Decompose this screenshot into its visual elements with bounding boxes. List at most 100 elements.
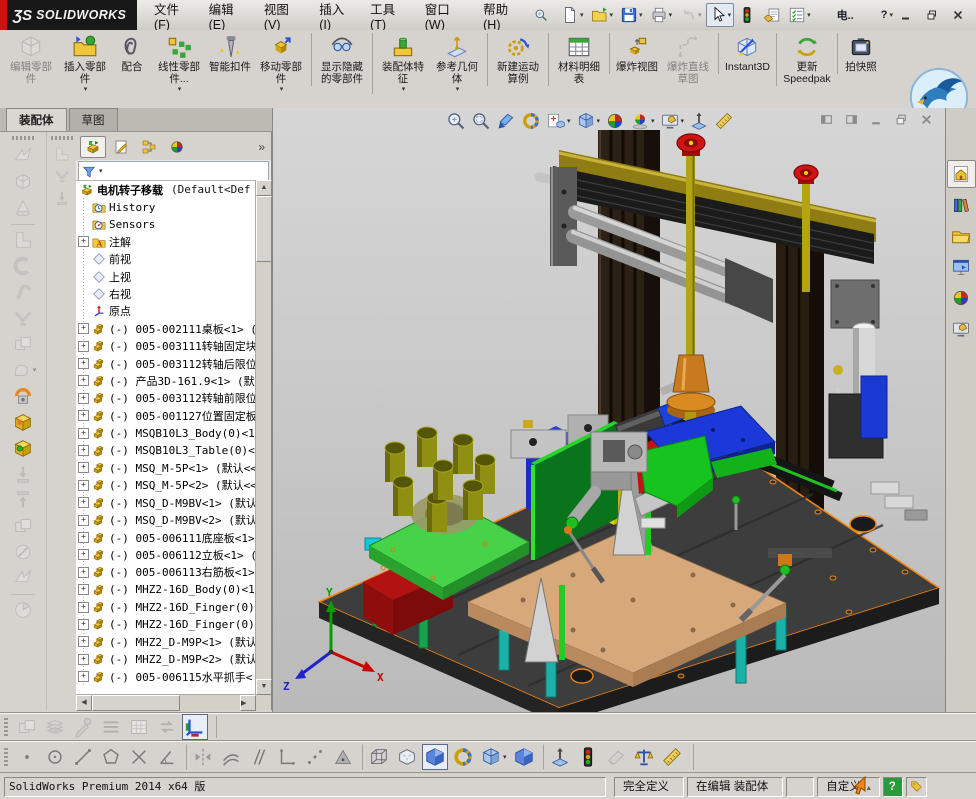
task-pane-tab[interactable] bbox=[947, 222, 976, 250]
bottom-toolbar-button[interactable]: ▾ bbox=[154, 744, 180, 770]
featuremanager-tab[interactable] bbox=[108, 136, 134, 158]
hud-button[interactable]: ▾ bbox=[495, 110, 517, 132]
tree-item[interactable]: +(-) 005-003112转轴后限位 bbox=[76, 355, 256, 372]
filter-bar[interactable]: ▾ bbox=[78, 161, 269, 182]
window-control-button[interactable] bbox=[948, 6, 968, 24]
bottom-toolbar-button[interactable]: ▾ bbox=[154, 714, 180, 740]
bottom-toolbar-button[interactable]: ▾ bbox=[631, 744, 657, 770]
hud-button[interactable]: ▾ bbox=[545, 110, 572, 132]
bottom-toolbar-button[interactable]: ▾ bbox=[450, 744, 476, 770]
document-window-control[interactable] bbox=[917, 112, 935, 127]
tree-expander[interactable]: + bbox=[78, 636, 89, 647]
dropdown-arrow[interactable]: ▾ bbox=[567, 118, 571, 125]
tag-button[interactable] bbox=[906, 777, 927, 797]
command-button[interactable]: 新建运动算例▾ bbox=[487, 33, 545, 86]
bottom-toolbar-button[interactable]: ▾ bbox=[575, 744, 601, 770]
tree-expander[interactable]: + bbox=[78, 497, 89, 508]
dropdown-arrow[interactable]: ▾ bbox=[610, 12, 614, 19]
command-button[interactable]: Instant3D▾ bbox=[718, 33, 773, 74]
scroll-thumb[interactable] bbox=[256, 196, 272, 262]
quick-tool-button[interactable]: ▾ bbox=[735, 3, 759, 27]
bottom-toolbar-button[interactable]: ▾ bbox=[186, 744, 216, 770]
bottom-toolbar-button[interactable]: ▾ bbox=[98, 714, 124, 740]
left-toolbar-button[interactable] bbox=[52, 143, 72, 165]
command-button[interactable]: 显示隐藏的零部件▾ bbox=[311, 33, 369, 86]
featuremanager-tab[interactable] bbox=[164, 136, 190, 158]
tree-item[interactable]: +(-) MHZ2_D-M9P<2> (默认 bbox=[76, 651, 256, 668]
bottom-toolbar-button[interactable]: ▾ bbox=[302, 744, 328, 770]
quick-tool-button[interactable]: ?▾ bbox=[859, 3, 896, 27]
left-toolbar-button[interactable]: ▾ bbox=[11, 461, 35, 487]
scroll-right-button[interactable]: ▶ bbox=[240, 695, 256, 711]
quick-tool-button[interactable]: ▾ bbox=[588, 3, 617, 27]
quick-tool-button[interactable]: ▾ bbox=[676, 3, 705, 27]
hud-button[interactable]: ▾ bbox=[575, 110, 602, 132]
window-control-button[interactable] bbox=[896, 6, 916, 24]
tab[interactable]: 装配体 bbox=[6, 108, 67, 131]
bottom-toolbar-button[interactable]: ▾ bbox=[603, 744, 629, 770]
tree-horizontal-scrollbar[interactable]: ◀ ▶ bbox=[76, 694, 256, 710]
bottom-toolbar-button[interactable]: ▾ bbox=[246, 744, 272, 770]
tree-expander[interactable]: + bbox=[78, 428, 89, 439]
bottom-toolbar-button[interactable]: ▾ bbox=[182, 714, 208, 740]
tree-item[interactable]: +(-) MSQ_D-M9BV<2> (默认 bbox=[76, 511, 256, 528]
left-toolbar-button[interactable]: ▾ bbox=[11, 195, 35, 221]
scroll-up-button[interactable]: ▲ bbox=[256, 180, 272, 196]
tree-expander[interactable]: + bbox=[78, 236, 89, 247]
left-toolbar-button[interactable]: ▾ bbox=[9, 357, 38, 383]
tree-item[interactable]: +(-) MHZ2-16D_Body(0)<1> bbox=[76, 581, 256, 598]
bottom-toolbar-button[interactable]: ▾ bbox=[98, 744, 124, 770]
tree-item[interactable]: +注解 bbox=[76, 233, 256, 250]
tree-expander[interactable]: + bbox=[78, 671, 89, 682]
tree-item[interactable]: +(-) MSQ_D-M9BV<1> (默认 bbox=[76, 494, 256, 511]
bottom-toolbar-button[interactable]: ▾ bbox=[478, 744, 509, 770]
tab[interactable]: 草图 bbox=[69, 108, 118, 131]
tree-expander[interactable]: + bbox=[78, 445, 89, 456]
bottom-toolbar-button[interactable]: ▾ bbox=[126, 714, 152, 740]
help-button[interactable]: ? bbox=[883, 777, 903, 797]
search-icon[interactable] bbox=[534, 8, 548, 22]
command-button[interactable]: 爆炸直线草图▾ bbox=[661, 33, 715, 86]
hud-button[interactable]: ▾ bbox=[604, 110, 626, 132]
command-button[interactable]: 拍快照▾ bbox=[837, 33, 881, 74]
tree-expander[interactable]: + bbox=[78, 480, 89, 491]
featuremanager-tab[interactable] bbox=[136, 136, 162, 158]
hud-button[interactable]: ▾ bbox=[520, 110, 542, 132]
dropdown-arrow[interactable]: ▾ bbox=[280, 86, 284, 93]
tree-expander[interactable]: + bbox=[78, 602, 89, 613]
bottom-toolbar-button[interactable]: ▾ bbox=[274, 744, 300, 770]
command-button[interactable]: 装配体特征▾ bbox=[372, 33, 430, 94]
scroll-left-button[interactable]: ◀ bbox=[76, 695, 92, 711]
dropdown-arrow[interactable]: ▾ bbox=[503, 754, 507, 761]
dropdown-arrow[interactable]: ▾ bbox=[456, 86, 460, 93]
tree-expander[interactable]: + bbox=[78, 654, 89, 665]
graphics-area[interactable]: Y X Z ▾▾▾▾▾▾▾▾▾▾▾ bbox=[272, 108, 945, 712]
quick-tool-button[interactable]: ▾ bbox=[647, 3, 676, 27]
toolbar-grip[interactable] bbox=[4, 718, 8, 736]
tree-expander[interactable]: + bbox=[78, 323, 89, 334]
tree-item[interactable]: +(-) MHZ2-16D_Finger(0)< bbox=[76, 616, 256, 633]
tree-expander[interactable]: + bbox=[78, 619, 89, 630]
tree-item[interactable]: +(-) MSQB10L3_Body(0)<1> bbox=[76, 424, 256, 441]
left-toolbar-button[interactable] bbox=[52, 165, 72, 187]
left-toolbar-button[interactable]: ▾ bbox=[11, 409, 35, 435]
document-window-control[interactable] bbox=[867, 112, 885, 127]
bottom-toolbar-button[interactable]: ▾ bbox=[511, 744, 537, 770]
dropdown-arrow[interactable]: ▾ bbox=[402, 86, 406, 93]
dropdown-arrow[interactable]: ▾ bbox=[807, 12, 811, 19]
document-window-control[interactable] bbox=[842, 112, 860, 127]
dropdown-arrow[interactable]: ▾ bbox=[728, 12, 732, 19]
hud-button[interactable]: ▾ bbox=[713, 110, 735, 132]
bottom-toolbar-button[interactable]: ▾ bbox=[218, 744, 244, 770]
hud-button[interactable]: ▾ bbox=[629, 110, 656, 132]
tree-item[interactable]: +原点 bbox=[76, 303, 256, 320]
dropdown-arrow[interactable]: ▾ bbox=[889, 12, 893, 19]
tree-expander[interactable]: + bbox=[78, 567, 89, 578]
hud-button[interactable]: ▾ bbox=[659, 110, 686, 132]
bottom-toolbar-button[interactable]: ▾ bbox=[42, 744, 68, 770]
command-button[interactable]: 更新Speedpak▾ bbox=[776, 33, 834, 86]
left-toolbar-button[interactable]: ▾ bbox=[11, 565, 35, 591]
tree-expander[interactable]: + bbox=[78, 341, 89, 352]
tree-item[interactable]: +(-) 005-006111底座板<1> bbox=[76, 529, 256, 546]
left-toolbar-button[interactable]: ▾ bbox=[11, 435, 35, 461]
